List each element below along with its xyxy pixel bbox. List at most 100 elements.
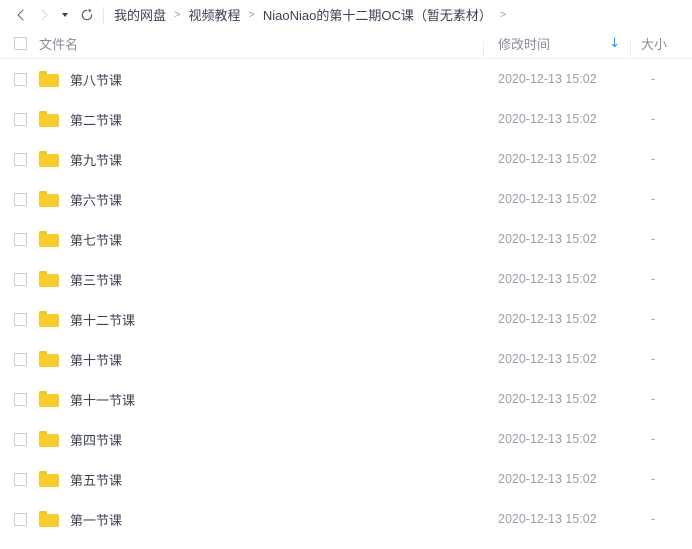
file-size-label: - xyxy=(651,192,656,206)
file-name-label: 第十节课 xyxy=(70,352,123,368)
file-name-cell[interactable]: 第十节课 xyxy=(0,350,483,369)
row-checkbox[interactable] xyxy=(14,72,27,86)
file-name-cell[interactable]: 第四节课 xyxy=(0,430,483,449)
table-row[interactable]: 第六节课 2020-12-13 15:02 - xyxy=(0,179,692,219)
file-modified-cell: 2020-12-13 15:02 xyxy=(483,152,630,166)
file-size-label: - xyxy=(651,272,656,286)
file-name-cell[interactable]: 第五节课 xyxy=(0,470,483,489)
table-row[interactable]: 第一节课 2020-12-13 15:02 - xyxy=(0,499,692,539)
table-row[interactable]: 第九节课 2020-12-13 15:02 - xyxy=(0,139,692,179)
file-size-cell: - xyxy=(630,392,692,406)
file-modified-label: 2020-12-13 15:02 xyxy=(498,152,597,166)
file-size-cell: - xyxy=(630,112,692,126)
file-name-cell[interactable]: 第九节课 xyxy=(0,150,483,169)
table-row[interactable]: 第八节课 2020-12-13 15:02 - xyxy=(0,59,692,99)
file-modified-label: 2020-12-13 15:02 xyxy=(498,472,597,486)
file-modified-label: 2020-12-13 15:02 xyxy=(498,312,597,326)
folder-icon xyxy=(39,271,59,287)
file-modified-cell: 2020-12-13 15:02 xyxy=(483,432,630,446)
row-checkbox[interactable] xyxy=(14,432,27,446)
breadcrumb-item-root[interactable]: 我的网盘 xyxy=(113,5,167,24)
breadcrumb-item-current[interactable]: NiaoNiao的第十二期OC课（暂无素材） xyxy=(262,5,493,24)
file-size-label: - xyxy=(651,72,656,86)
folder-icon xyxy=(39,431,59,447)
table-row[interactable]: 第十二节课 2020-12-13 15:02 - xyxy=(0,299,692,339)
file-size-cell: - xyxy=(630,232,692,246)
file-size-cell: - xyxy=(630,432,692,446)
back-button[interactable] xyxy=(10,4,32,26)
folder-icon xyxy=(39,511,59,527)
table-row[interactable]: 第二节课 2020-12-13 15:02 - xyxy=(0,99,692,139)
nav-divider xyxy=(103,6,104,23)
file-size-cell: - xyxy=(630,72,692,86)
chevron-left-icon xyxy=(16,8,29,21)
row-checkbox[interactable] xyxy=(14,152,27,166)
refresh-button[interactable] xyxy=(76,4,98,26)
column-header-name[interactable]: 文件名 xyxy=(0,34,483,53)
file-size-label: - xyxy=(651,392,656,406)
file-size-label: - xyxy=(651,152,656,166)
file-modified-cell: 2020-12-13 15:02 xyxy=(483,72,630,86)
row-checkbox[interactable] xyxy=(14,392,27,406)
file-modified-cell: 2020-12-13 15:02 xyxy=(483,272,630,286)
file-name-label: 第十二节课 xyxy=(70,312,136,328)
table-row[interactable]: 第七节课 2020-12-13 15:02 - xyxy=(0,219,692,259)
file-modified-label: 2020-12-13 15:02 xyxy=(498,432,597,446)
file-name-label: 第五节课 xyxy=(70,472,123,488)
history-dropdown-button[interactable] xyxy=(54,4,76,26)
file-modified-cell: 2020-12-13 15:02 xyxy=(483,392,630,406)
file-modified-label: 2020-12-13 15:02 xyxy=(498,72,597,86)
file-modified-label: 2020-12-13 15:02 xyxy=(498,192,597,206)
row-checkbox[interactable] xyxy=(14,352,27,366)
sort-descending-icon[interactable]: ↓ xyxy=(609,37,620,50)
row-checkbox[interactable] xyxy=(14,272,27,286)
file-name-cell[interactable]: 第二节课 xyxy=(0,110,483,129)
breadcrumb-item-videos[interactable]: 视频教程 xyxy=(187,5,241,24)
file-modified-cell: 2020-12-13 15:02 xyxy=(483,232,630,246)
file-modified-cell: 2020-12-13 15:02 xyxy=(483,472,630,486)
folder-icon xyxy=(39,311,59,327)
file-size-label: - xyxy=(651,472,656,486)
table-row[interactable]: 第十一节课 2020-12-13 15:02 - xyxy=(0,379,692,419)
file-name-cell[interactable]: 第七节课 xyxy=(0,230,483,249)
folder-icon xyxy=(39,71,59,87)
file-name-cell[interactable]: 第六节课 xyxy=(0,190,483,209)
table-row[interactable]: 第三节课 2020-12-13 15:02 - xyxy=(0,259,692,299)
file-name-label: 第七节课 xyxy=(70,232,123,248)
row-checkbox[interactable] xyxy=(14,472,27,486)
breadcrumb-separator: > xyxy=(248,8,255,21)
file-size-label: - xyxy=(651,232,656,246)
column-header-modified[interactable]: 修改时间 ↓ xyxy=(483,34,630,57)
file-size-label: - xyxy=(651,512,656,526)
row-checkbox[interactable] xyxy=(14,112,27,126)
file-modified-label: 2020-12-13 15:02 xyxy=(498,112,597,126)
file-name-cell[interactable]: 第一节课 xyxy=(0,510,483,529)
file-size-label: - xyxy=(651,312,656,326)
refresh-icon xyxy=(81,8,93,20)
row-checkbox[interactable] xyxy=(14,232,27,246)
file-name-label: 第三节课 xyxy=(70,272,123,288)
row-checkbox[interactable] xyxy=(14,512,27,526)
folder-icon xyxy=(39,351,59,367)
file-name-cell[interactable]: 第十一节课 xyxy=(0,390,483,409)
file-name-cell[interactable]: 第三节课 xyxy=(0,270,483,289)
column-header-size[interactable]: 大小 xyxy=(630,34,692,57)
file-modified-label: 2020-12-13 15:02 xyxy=(498,272,597,286)
file-size-cell: - xyxy=(630,512,692,526)
file-modified-cell: 2020-12-13 15:02 xyxy=(483,352,630,366)
file-modified-cell: 2020-12-13 15:02 xyxy=(483,192,630,206)
row-checkbox[interactable] xyxy=(14,192,27,206)
row-checkbox[interactable] xyxy=(14,312,27,326)
breadcrumb-separator: > xyxy=(174,8,181,21)
table-row[interactable]: 第十节课 2020-12-13 15:02 - xyxy=(0,339,692,379)
breadcrumb-separator-trailing: > xyxy=(499,8,507,21)
chevron-right-icon xyxy=(35,8,48,21)
select-all-checkbox[interactable] xyxy=(14,37,27,50)
file-modified-label: 2020-12-13 15:02 xyxy=(498,512,597,526)
file-list: 第八节课 2020-12-13 15:02 - 第二节课 2020-12-13 15:0… xyxy=(0,59,692,539)
file-name-cell[interactable]: 第八节课 xyxy=(0,70,483,89)
file-name-cell[interactable]: 第十二节课 xyxy=(0,310,483,329)
table-row[interactable]: 第五节课 2020-12-13 15:02 - xyxy=(0,459,692,499)
forward-button[interactable] xyxy=(32,4,54,26)
table-row[interactable]: 第四节课 2020-12-13 15:02 - xyxy=(0,419,692,459)
